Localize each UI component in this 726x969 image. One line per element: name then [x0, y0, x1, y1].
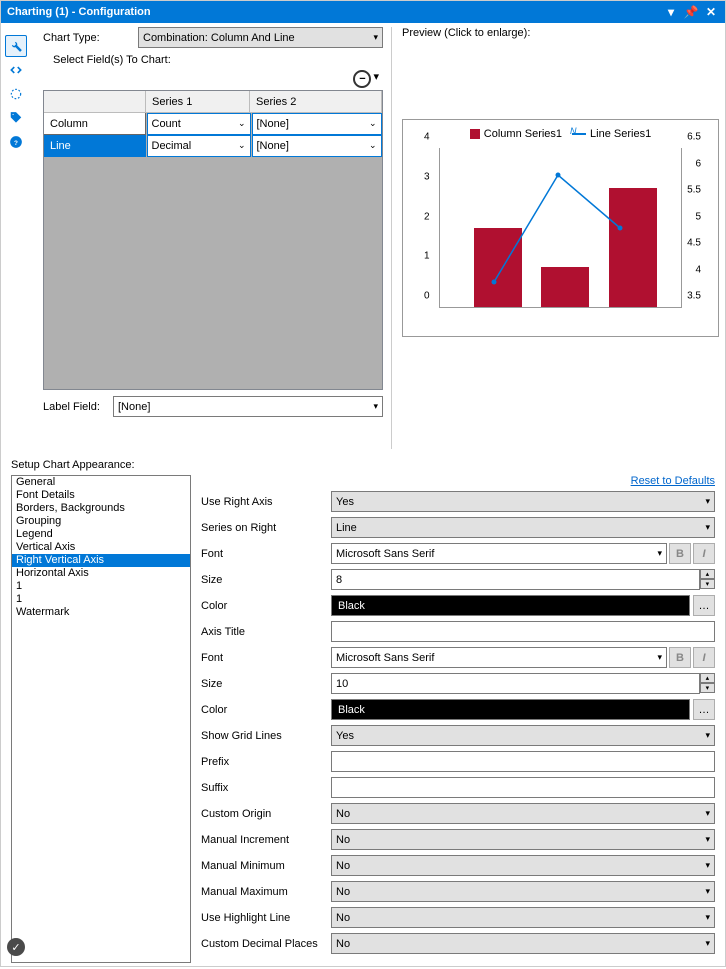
line-series — [440, 148, 681, 307]
title-bar: Charting (1) - Configuration ▾ 📌 ✕ — [1, 1, 725, 23]
list-item[interactable]: Watermark — [12, 606, 190, 619]
svg-text:?: ? — [14, 140, 18, 147]
italic2-button[interactable]: I — [693, 647, 715, 668]
show-grid-select[interactable]: Yes▾ — [331, 725, 715, 746]
list-item[interactable]: Horizontal Axis — [12, 567, 190, 580]
use-right-axis-select[interactable]: Yes▾ — [331, 491, 715, 512]
manual-increment-select[interactable]: No▾ — [331, 829, 715, 850]
status-ok-icon: ✓ — [7, 938, 25, 956]
axis-title-input[interactable] — [331, 621, 715, 642]
bold2-button[interactable]: B — [669, 647, 691, 668]
dropdown-icon[interactable]: ▾ — [663, 4, 679, 20]
remove-series-icon[interactable]: − — [353, 70, 371, 88]
font-select[interactable]: Microsoft Sans Serif▾ — [331, 543, 667, 564]
list-item[interactable]: Borders, Backgrounds — [12, 502, 190, 515]
select-fields-label: Select Field(s) To Chart: — [43, 54, 383, 66]
custom-decimal-select[interactable]: No▾ — [331, 933, 715, 954]
manual-maximum-select[interactable]: No▾ — [331, 881, 715, 902]
grid-header-blank — [44, 91, 146, 113]
target-icon[interactable] — [5, 83, 27, 105]
label-field-select[interactable]: [None]▾ — [113, 396, 383, 417]
close-icon[interactable]: ✕ — [703, 4, 719, 20]
wrench-icon[interactable] — [5, 35, 27, 57]
label-field-label: Label Field: — [43, 401, 113, 413]
spin-up[interactable]: ▴ — [700, 569, 715, 579]
use-highlight-select[interactable]: No▾ — [331, 907, 715, 928]
series-grid: Series 1 Series 2 Column Count⌄ [None]⌄ … — [43, 90, 383, 390]
list-item[interactable]: Legend — [12, 528, 190, 541]
grid-row-label: Line — [44, 135, 146, 157]
chart-type-select[interactable]: Combination: Column And Line▾ — [138, 27, 383, 48]
grid-cell-select[interactable]: [None]⌄ — [252, 135, 382, 157]
tag-icon[interactable] — [5, 107, 27, 129]
grid-row-label: Column — [44, 113, 146, 135]
preview-label: Preview (Click to enlarge): — [402, 27, 719, 39]
color2-picker-button[interactable]: … — [693, 699, 715, 720]
reset-link[interactable]: Reset to Defaults — [201, 475, 715, 487]
color-picker-button[interactable]: … — [693, 595, 715, 616]
list-item[interactable]: 1 — [12, 580, 190, 593]
grid-header-s2: Series 2 — [250, 91, 382, 113]
suffix-input[interactable] — [331, 777, 715, 798]
setup-label: Setup Chart Appearance: — [11, 459, 715, 471]
list-item[interactable]: Vertical Axis — [12, 541, 190, 554]
size-input[interactable] — [331, 569, 700, 590]
legend-line-icon — [572, 133, 586, 135]
appearance-list[interactable]: General Font Details Borders, Background… — [11, 475, 191, 963]
window-title: Charting (1) - Configuration — [7, 6, 151, 18]
chart-preview[interactable]: Column Series1 Line Series1 0 1 2 3 4 3.… — [402, 119, 719, 337]
list-item[interactable]: General — [12, 476, 190, 489]
help-icon[interactable]: ? — [5, 131, 27, 153]
list-item[interactable]: Font Details — [12, 489, 190, 502]
list-item-selected[interactable]: Right Vertical Axis — [12, 554, 190, 567]
italic-button[interactable]: I — [693, 543, 715, 564]
size2-input[interactable] — [331, 673, 700, 694]
left-toolbar: ? — [5, 33, 31, 453]
grid-cell-select[interactable]: [None]⌄ — [252, 113, 382, 135]
color2-swatch: Black — [331, 699, 690, 720]
legend-column-icon — [470, 129, 480, 139]
grid-cell-select[interactable]: Decimal⌄ — [147, 135, 251, 157]
manual-minimum-select[interactable]: No▾ — [331, 855, 715, 876]
grid-header-s1: Series 1 — [146, 91, 250, 113]
list-item[interactable]: 1 — [12, 593, 190, 606]
list-item[interactable]: Grouping — [12, 515, 190, 528]
spin-down[interactable]: ▾ — [700, 683, 715, 693]
code-icon[interactable] — [5, 59, 27, 81]
color-swatch: Black — [331, 595, 690, 616]
custom-origin-select[interactable]: No▾ — [331, 803, 715, 824]
chart-type-label: Chart Type: — [43, 32, 138, 44]
prefix-input[interactable] — [331, 751, 715, 772]
series-on-right-select[interactable]: Line▾ — [331, 517, 715, 538]
grid-cell-select[interactable]: Count⌄ — [147, 113, 251, 135]
pin-icon[interactable]: 📌 — [683, 4, 699, 20]
bold-button[interactable]: B — [669, 543, 691, 564]
spin-down[interactable]: ▾ — [700, 579, 715, 589]
font2-select[interactable]: Microsoft Sans Serif▾ — [331, 647, 667, 668]
spin-up[interactable]: ▴ — [700, 673, 715, 683]
